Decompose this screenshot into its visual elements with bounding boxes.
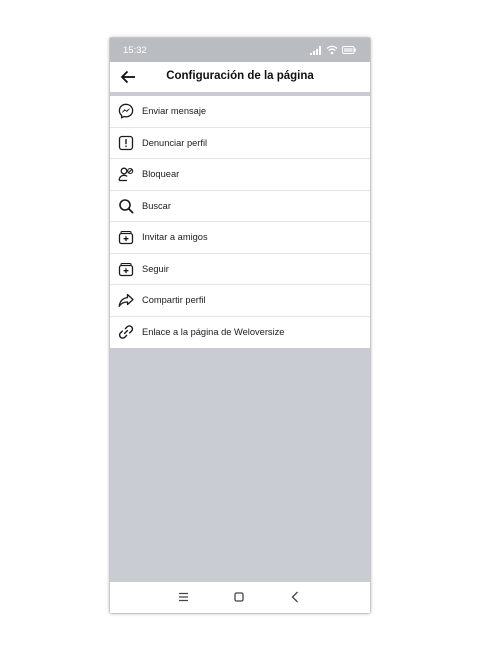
menu-item-label: Enlace a la página de Weloversize xyxy=(142,326,285,337)
status-time: 15:32 xyxy=(123,45,147,56)
invite-icon xyxy=(118,230,134,245)
menu-item-label: Denunciar perfil xyxy=(142,137,208,148)
messenger-icon xyxy=(118,103,134,119)
menu-item-share-profile[interactable]: Compartir perfil xyxy=(110,285,370,317)
battery-icon xyxy=(342,46,356,54)
menu-item-follow[interactable]: Seguir xyxy=(110,254,370,285)
report-icon xyxy=(118,135,134,150)
nav-home-icon[interactable] xyxy=(234,592,244,602)
search-icon xyxy=(119,198,134,213)
phone-screen: 15:32 Configuración de la página Enviar … xyxy=(110,38,370,613)
menu-item-label: Buscar xyxy=(142,200,171,211)
header: Configuración de la página xyxy=(110,62,370,92)
menu-item-label: Compartir perfil xyxy=(142,295,206,305)
status-bar: 15:32 xyxy=(110,38,370,62)
nav-back-icon[interactable] xyxy=(291,591,299,603)
menu-item-label: Seguir xyxy=(142,263,169,274)
menu-item-invite-friends[interactable]: Invitar a amigos xyxy=(110,222,370,254)
menu-item-label: Bloquear xyxy=(142,169,180,179)
menu-item-report-profile[interactable]: Denunciar perfil xyxy=(110,128,370,159)
wifi-icon xyxy=(326,45,338,55)
follow-icon xyxy=(118,262,134,276)
share-icon xyxy=(118,293,134,307)
menu-item-label: Enviar mensaje xyxy=(142,106,207,116)
navigation-bar xyxy=(110,582,370,613)
menu-item-block[interactable]: Bloquear xyxy=(110,159,370,191)
status-icons xyxy=(310,45,356,56)
menu-item-send-message[interactable]: Enviar mensaje xyxy=(110,96,370,128)
link-icon xyxy=(118,324,134,339)
menu-item-search[interactable]: Buscar xyxy=(110,191,370,222)
menu-item-page-link[interactable]: Enlace a la página de Weloversize xyxy=(110,317,370,349)
page-title: Configuración de la página xyxy=(166,70,314,82)
settings-menu: Enviar mensaje Denunciar perfil Bloquear xyxy=(110,96,370,348)
menu-item-label: Invitar a amigos xyxy=(142,232,208,242)
signal-icon xyxy=(310,46,321,55)
block-user-icon xyxy=(118,167,134,182)
nav-menu-icon[interactable] xyxy=(178,592,189,602)
